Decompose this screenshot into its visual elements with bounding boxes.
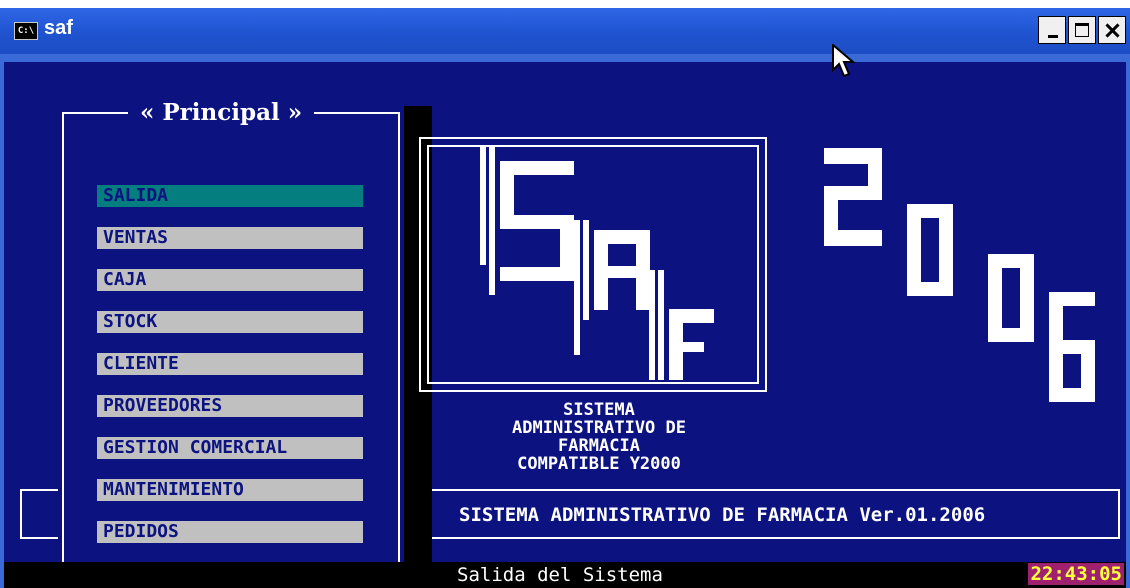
window-title: saf <box>44 17 73 39</box>
menu-item-stock[interactable]: STOCK <box>97 311 363 333</box>
menu-item-caja[interactable]: CAJA <box>97 269 363 291</box>
description-line: ADMINISTRATIVO DE <box>512 418 686 438</box>
mouse-cursor-icon <box>832 44 856 78</box>
top-strip <box>0 0 1130 8</box>
menu-item-pedidos[interactable]: PEDIDOS <box>97 521 363 543</box>
status-text: Salida del Sistema <box>457 564 663 586</box>
menu-item-salida[interactable]: SALIDA <box>97 185 363 207</box>
logo-frame-inner <box>427 145 759 384</box>
description-line: COMPATIBLE Y2000 <box>517 454 681 474</box>
close-button[interactable] <box>1098 16 1126 44</box>
status-bar: Salida del Sistema 22:43:05 <box>4 562 1126 588</box>
console-area: SISTEMA ADMINISTRATIVO DE FARMACIA Ver.0… <box>4 62 1126 588</box>
version-text: SISTEMA ADMINISTRATIVO DE FARMACIA Ver.0… <box>459 504 986 526</box>
description-line: FARMACIA <box>558 436 640 456</box>
menu-item-mantenimiento[interactable]: MANTENIMIENTO <box>97 479 363 501</box>
menu-item-cliente[interactable]: CLIENTE <box>97 353 363 375</box>
menu-item-proveedores[interactable]: PROVEEDORES <box>97 395 363 417</box>
menu-item-gestion-comercial[interactable]: GESTION COMERCIAL <box>97 437 363 459</box>
console-icon[interactable]: C:\ <box>14 22 38 40</box>
menu-frame <box>62 112 400 588</box>
minimize-button[interactable] <box>1038 16 1066 44</box>
menu-title: « Principal » <box>128 99 315 126</box>
system-description: SISTEMA ADMINISTRATIVO DE FARMACIA COMPA… <box>459 401 739 473</box>
description-line: SISTEMA <box>563 400 635 420</box>
logo-year-2006 <box>824 148 1095 402</box>
menu-item-ventas[interactable]: VENTAS <box>97 227 363 249</box>
main-menu: « Principal » SALIDA VENTAS CAJA STOCK CLIEN… <box>58 99 404 588</box>
maximize-button[interactable] <box>1068 16 1096 44</box>
title-bar[interactable]: C:\ saf <box>0 8 1130 54</box>
status-clock: 22:43:05 <box>1028 563 1124 585</box>
console-window: C:\ saf SISTEMA ADMINISTRATIVO DE FARMAC… <box>0 8 1130 588</box>
